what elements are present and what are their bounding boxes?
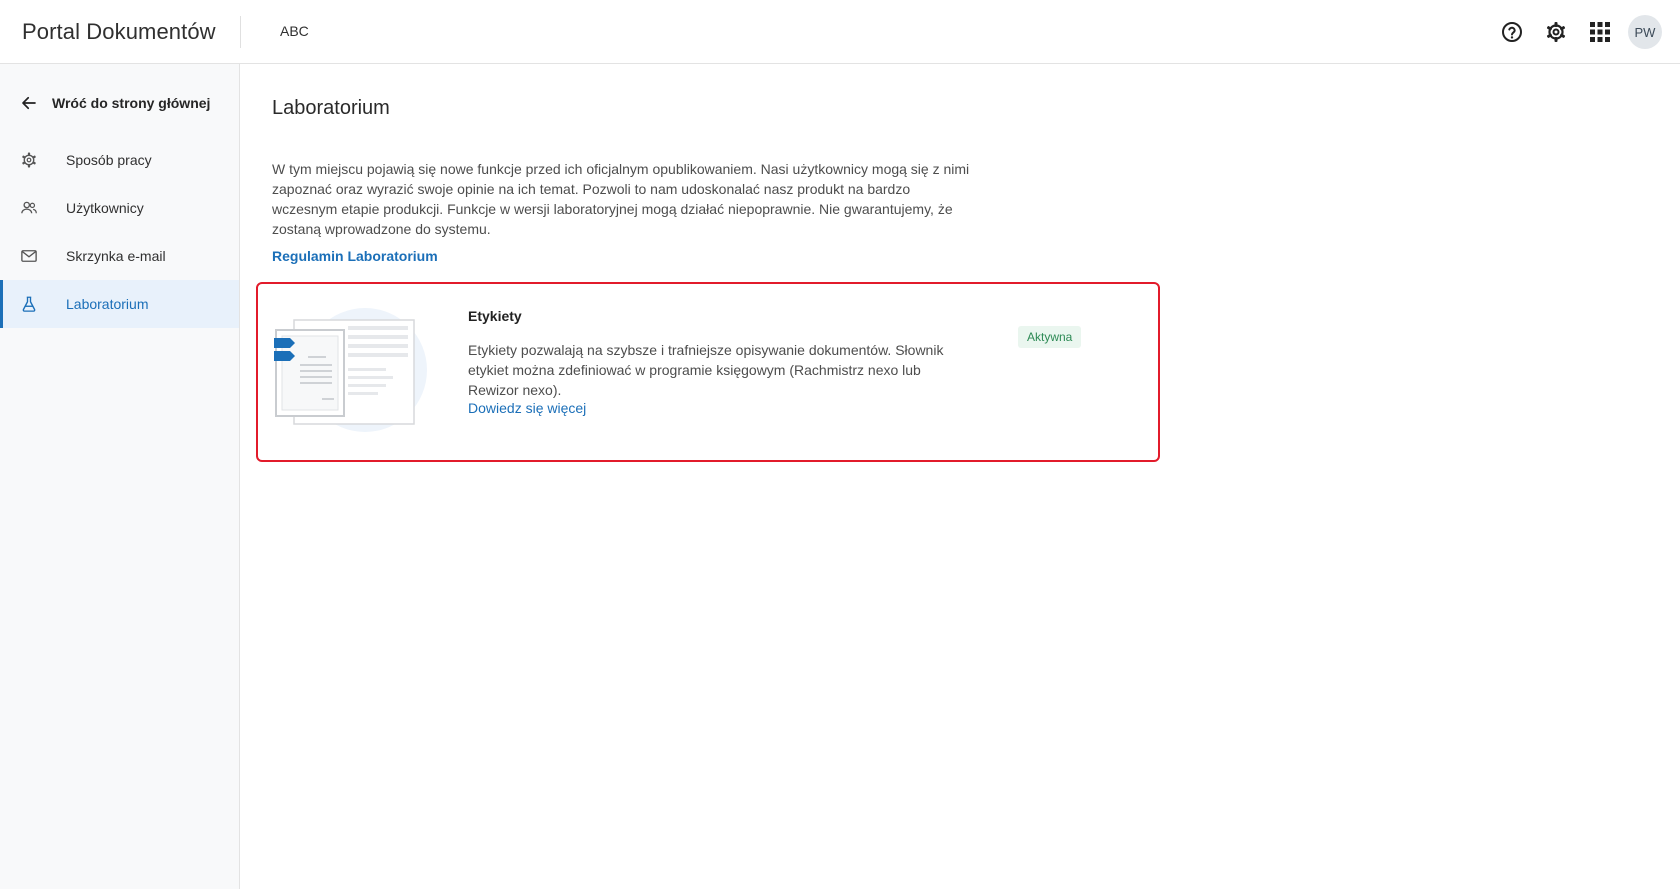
sidebar-item-label: Skrzynka e-mail xyxy=(66,248,166,264)
user-avatar[interactable]: PW xyxy=(1628,15,1662,49)
feature-description: Etykiety pozwalają na szybsze i trafniej… xyxy=(468,342,944,398)
gear-icon xyxy=(22,152,36,168)
company-name[interactable]: ABC xyxy=(280,23,309,39)
app-title[interactable]: Portal Dokumentów xyxy=(22,19,216,45)
sidebar-item-label: Użytkownicy xyxy=(66,200,144,216)
status-badge: Aktywna xyxy=(1018,326,1082,348)
page-description: W tym miejscu pojawią się nowe funkcje p… xyxy=(272,161,970,237)
sidebar-item-uzytkownicy[interactable]: Użytkownicy xyxy=(0,184,239,232)
top-actions: PW xyxy=(1486,14,1662,50)
arrow-left-icon xyxy=(22,96,36,110)
flask-icon xyxy=(22,296,36,312)
page-title: Laboratorium xyxy=(272,97,390,119)
users-icon xyxy=(21,201,37,214)
feature-card-etykiety: Etykiety Etykiety pozwalają na szybsze i… xyxy=(256,282,1160,462)
sidebar: Wróć do strony głównej Sposób pracy Użyt… xyxy=(0,64,240,889)
help-icon[interactable] xyxy=(1494,14,1530,50)
title-divider xyxy=(240,16,241,48)
settings-icon[interactable] xyxy=(1538,14,1574,50)
learn-more-link[interactable]: Dowiedz się więcej xyxy=(468,400,586,416)
apps-grid-icon[interactable] xyxy=(1582,14,1618,50)
rules-link[interactable]: Regulamin Laboratorium xyxy=(272,248,438,264)
back-link-label: Wróć do strony głównej xyxy=(52,95,211,111)
sidebar-item-label: Laboratorium xyxy=(66,296,149,312)
feature-card-body: Etykiety Etykiety pozwalają na szybsze i… xyxy=(468,308,968,418)
sidebar-nav: Sposób pracy Użytkownicy Skrzynka e-mail xyxy=(0,136,239,328)
top-bar: Portal Dokumentów ABC PW xyxy=(0,0,1680,64)
sidebar-item-label: Sposób pracy xyxy=(66,152,152,168)
labels-illustration xyxy=(274,308,427,432)
back-to-home-link[interactable]: Wróć do strony głównej xyxy=(0,84,239,122)
sidebar-item-skrzynka-email[interactable]: Skrzynka e-mail xyxy=(0,232,239,280)
mail-icon xyxy=(21,250,37,262)
feature-title: Etykiety xyxy=(468,308,522,324)
sidebar-item-sposob-pracy[interactable]: Sposób pracy xyxy=(0,136,239,184)
sidebar-item-laboratorium[interactable]: Laboratorium xyxy=(0,280,239,328)
